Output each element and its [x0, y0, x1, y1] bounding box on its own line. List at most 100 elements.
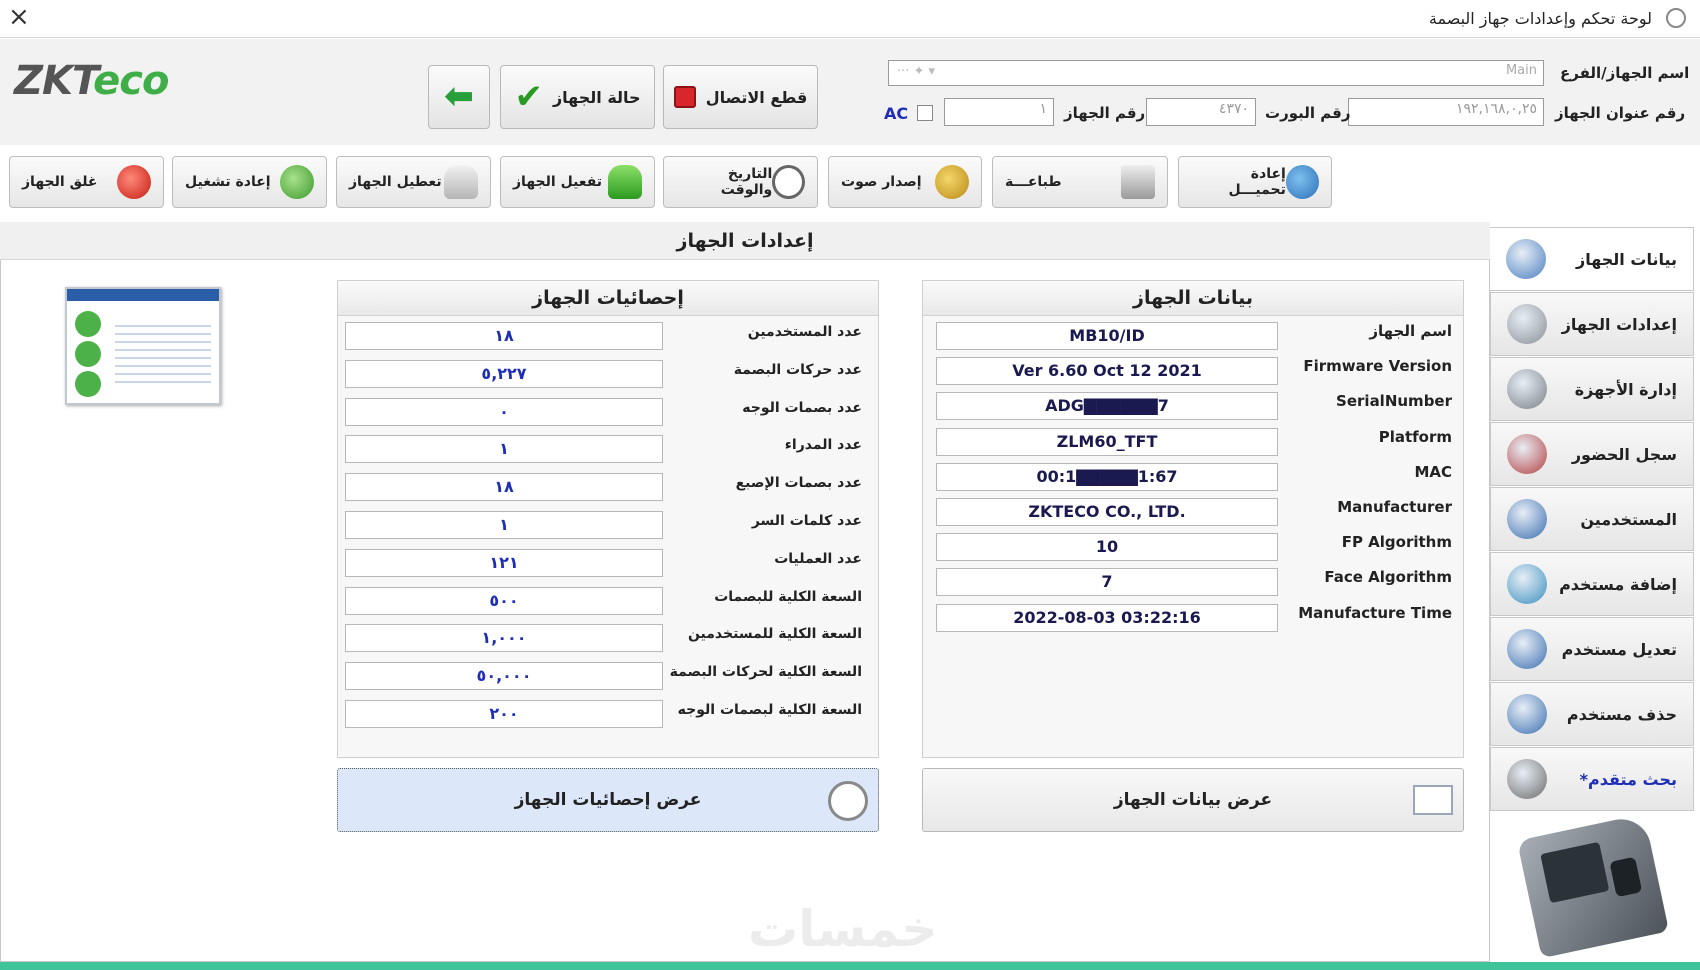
info-value: 00:1▇▇▇▇▇1:67: [936, 462, 1278, 491]
info-value: 7: [936, 568, 1278, 597]
show-device-stats-button[interactable]: عرض إحصائيات الجهاز: [337, 768, 879, 832]
info-label: MAC: [1414, 462, 1452, 481]
print-button[interactable]: طباعـــة: [992, 156, 1168, 208]
sidebar-item[interactable]: إضافة مستخدم: [1490, 552, 1694, 616]
checklist-icon: [65, 287, 221, 405]
sidebar-item-label: سجل الحضور: [1571, 444, 1677, 464]
sidebar-item-label: حذف مستخدم: [1566, 704, 1677, 724]
list-icon: [1506, 239, 1546, 279]
printer-icon: [1121, 165, 1155, 199]
main-title: إعدادات الجهاز: [0, 222, 1490, 260]
stat-value: ١,٠٠٠: [345, 624, 663, 653]
show-device-stats-label: عرض إحصائيات الجهاز: [514, 790, 702, 810]
device-branch-select[interactable]: Main ▾ ✦ ···: [888, 60, 1544, 86]
enable-device-button[interactable]: تفعيل الجهاز: [500, 156, 655, 208]
stat-value: ٥٠٠: [345, 586, 663, 615]
sidebar-item-label: المستخدمين: [1580, 509, 1677, 529]
stat-value: ٥,٢٢٧: [345, 359, 663, 388]
device-number-label: رقم الجهاز: [1064, 104, 1146, 122]
info-label: Platform: [1378, 427, 1452, 446]
sidebar-item[interactable]: بيانات الجهاز: [1490, 227, 1694, 291]
zkteco-logo: ZKTeco: [14, 58, 169, 104]
user-add-icon: [1507, 564, 1547, 604]
reload-label: إعادة تحميـــل: [1228, 166, 1286, 198]
stat-value: ١٢١: [345, 548, 663, 577]
restart-icon: [280, 165, 314, 199]
restart-button[interactable]: إعادة تشغيل: [172, 156, 327, 208]
devices-gear-icon: [1507, 369, 1547, 409]
user-delete-icon: [1507, 694, 1547, 734]
stat-label: عدد العمليات: [774, 550, 862, 567]
stat-value: ١: [345, 435, 663, 464]
info-label: SerialNumber: [1336, 392, 1452, 411]
sidebar-item[interactable]: المستخدمين: [1490, 487, 1694, 551]
sidebar-item[interactable]: سجل الحضور: [1490, 422, 1694, 486]
disable-device-button[interactable]: تعطيل الجهاز: [336, 156, 491, 208]
sidebar-item[interactable]: حذف مستخدم: [1490, 682, 1694, 746]
attendance-clock-icon: [1507, 434, 1547, 474]
device-status-button[interactable]: حالة الجهاز ✔: [500, 65, 655, 129]
sidebar-item-label: تعديل مستخدم: [1561, 639, 1677, 659]
disconnect-label: قطع الاتصال: [705, 87, 808, 107]
back-button[interactable]: ⬅: [428, 65, 490, 129]
close-icon[interactable]: ×: [8, 2, 30, 32]
bottom-status-bar: [0, 962, 1700, 970]
stat-value: ١: [345, 511, 663, 539]
logo-main: ZKT: [14, 58, 94, 104]
beep-button[interactable]: إصدار صوت: [828, 156, 982, 208]
sidebar-item-label: بحث متقدم*: [1579, 769, 1677, 789]
window-title: لوحة تحكم وإعدادات جهاز البصمة: [1428, 9, 1652, 28]
stat-label: عدد المستخدمين: [747, 324, 862, 340]
date-time-button[interactable]: التاريخ والوقت: [663, 156, 818, 208]
gears-icon: [1507, 304, 1547, 344]
ac-checkbox[interactable]: [917, 105, 933, 121]
disconnect-button[interactable]: قطع الاتصال: [663, 65, 818, 129]
clock-icon: [772, 165, 805, 199]
chevron-down-icon: ▾ ✦ ···: [897, 64, 936, 79]
clock-icon: [828, 781, 868, 821]
info-label: Manufacture Time: [1298, 603, 1452, 622]
device-stats-title: إحصائيات الجهاز: [338, 281, 878, 316]
stat-label: عدد كلمات السر: [751, 513, 862, 529]
user-edit-icon: [1507, 629, 1547, 669]
header-area: [0, 39, 1700, 145]
ip-label: رقم عنوان الجهاز: [1555, 104, 1686, 122]
info-value: MB10/ID: [936, 322, 1278, 350]
fingerprint-device-image: [1516, 813, 1670, 959]
device-number-input[interactable]: ١: [944, 98, 1054, 126]
disable-device-label: تعطيل الجهاز: [349, 174, 442, 190]
sidebar-item[interactable]: تعديل مستخدم: [1490, 617, 1694, 681]
sidebar-item[interactable]: إعدادات الجهاز: [1490, 292, 1694, 356]
bell-icon: [935, 165, 969, 199]
info-label: Firmware Version: [1303, 357, 1452, 376]
beep-label: إصدار صوت: [841, 174, 922, 190]
stat-value: ٠: [345, 397, 663, 426]
arrow-left-icon: ⬅: [443, 76, 475, 117]
sidebar-item[interactable]: بحث متقدم*: [1490, 747, 1694, 811]
date-time-label: التاريخ والوقت: [720, 166, 773, 198]
device-branch-value: Main: [1505, 63, 1537, 78]
watermark: خمسات: [748, 900, 938, 958]
shutdown-label: غلق الجهاز: [22, 174, 98, 190]
stat-value: ٥٠,٠٠٠: [345, 662, 663, 691]
users-search-icon: [1507, 499, 1547, 539]
sidebar-item-label: إعدادات الجهاز: [1561, 314, 1677, 334]
shutdown-button[interactable]: غلق الجهاز: [9, 156, 164, 208]
ip-input[interactable]: ١٩٢,١٦٨,٠,٢٥: [1348, 98, 1544, 126]
sidebar-item-label: إضافة مستخدم: [1559, 574, 1677, 594]
stop-icon: [673, 86, 696, 108]
show-device-info-button[interactable]: عرض بيانات الجهاز: [922, 768, 1464, 832]
refresh-icon: [1285, 165, 1319, 199]
checkmark-icon: ✔: [514, 77, 543, 117]
enable-device-label: تفعيل الجهاز: [513, 174, 603, 190]
info-value: 10: [936, 533, 1278, 562]
sidebar-item-label: بيانات الجهاز: [1575, 249, 1677, 269]
info-label: Face Algorithm: [1324, 568, 1452, 587]
info-label: Manufacturer: [1337, 498, 1452, 516]
sidebar-item[interactable]: إدارة الأجهزة: [1490, 357, 1694, 421]
ac-label: AC: [884, 104, 909, 123]
restart-label: إعادة تشغيل: [185, 174, 271, 190]
port-input[interactable]: ٤٣٧٠: [1146, 98, 1256, 126]
reload-button[interactable]: إعادة تحميـــل: [1178, 156, 1332, 208]
power-icon: [117, 165, 151, 199]
